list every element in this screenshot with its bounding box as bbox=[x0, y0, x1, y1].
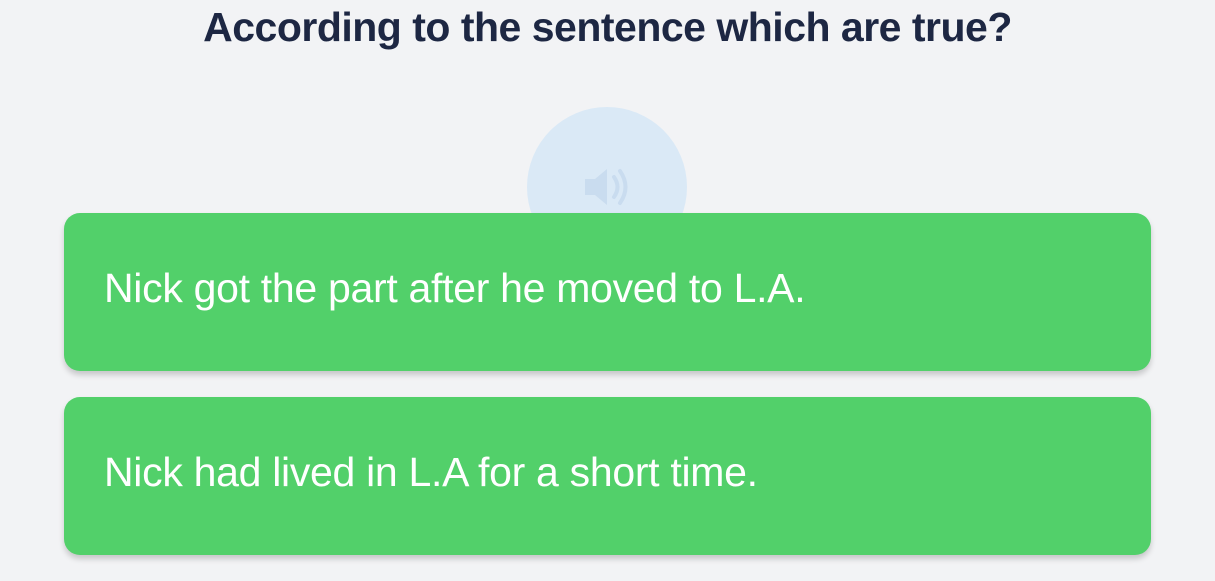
speaker-icon bbox=[585, 169, 628, 205]
answer-option-2[interactable]: Nick had lived in L.A for a short time. bbox=[64, 397, 1151, 555]
answer-option-text: Nick had lived in L.A for a short time. bbox=[104, 448, 758, 495]
question-title: According to the sentence which are true… bbox=[203, 4, 1012, 50]
answer-option-1[interactable]: Nick got the part after he moved to L.A. bbox=[64, 213, 1151, 371]
answer-option-text: Nick got the part after he moved to L.A. bbox=[104, 264, 806, 311]
answer-list: Nick got the part after he moved to L.A.… bbox=[64, 213, 1151, 581]
